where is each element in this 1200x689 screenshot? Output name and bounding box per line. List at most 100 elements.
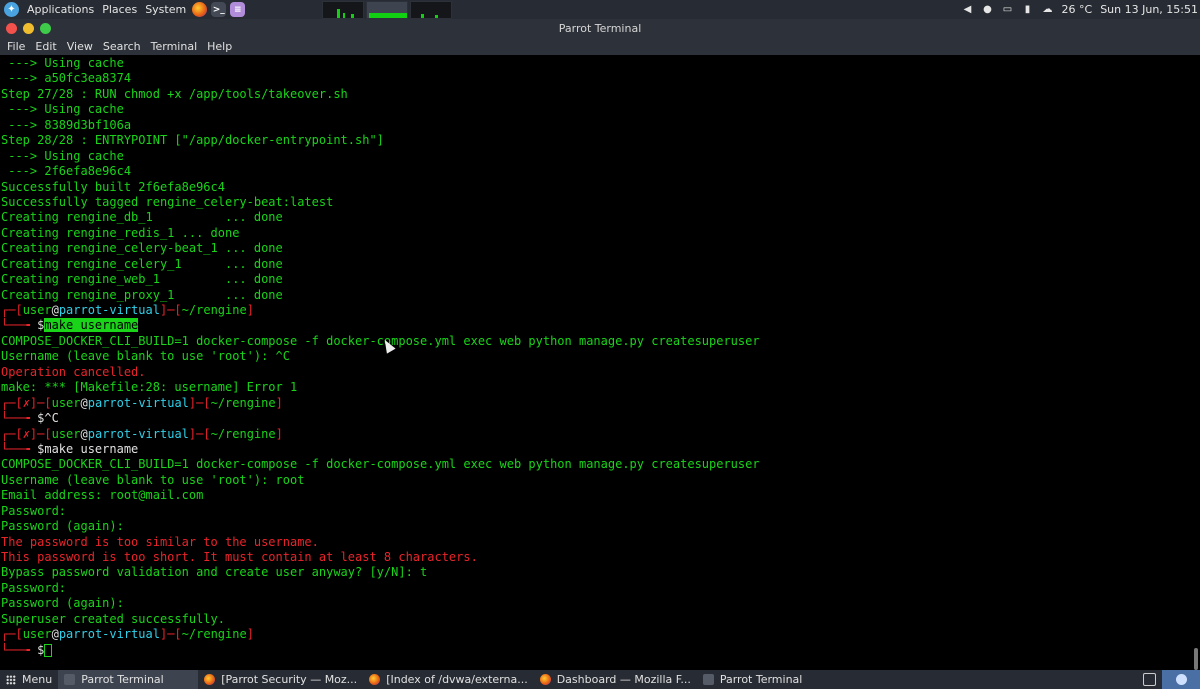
task-firefox-dvwa-index[interactable]: [Index of /dvwa/externa... [363,670,534,689]
terminal-text-segment: Creating rengine_celery-beat_1 ... done [1,241,283,256]
menu-help[interactable]: Help [202,40,237,53]
task-firefox-dashboard[interactable]: Dashboard — Mozilla F... [534,670,697,689]
menu-view[interactable]: View [62,40,98,53]
terminal-text-segment: Creating rengine_web_1 ... done [1,272,283,287]
terminal-text-segment: Username (leave blank to use 'root'): ^C [1,349,290,364]
workspace-1[interactable] [322,1,365,19]
workspace-3[interactable] [410,1,453,19]
terminal-line: Successfully tagged rengine_celery-beat:… [1,195,760,210]
weather-temperature[interactable]: 26 °C [1062,3,1093,16]
terminal-line: This password is too short. It must cont… [1,550,760,565]
firefox-icon [539,674,551,685]
terminal-text-segment: @ [80,426,88,441]
terminal-text-segment: ]─[ [188,395,211,410]
volume-icon[interactable]: ◀ [963,4,973,15]
terminal-line: Password (again): [1,519,760,534]
terminal-text-segment: $^C [37,411,59,426]
terminal-line: ┌─[✗]─[user@parrot-virtual]─[~/rengine] [1,427,760,442]
firefox-launcher-icon[interactable] [192,2,208,17]
terminal-text-segment: └──╼ [1,642,38,657]
terminal-text-segment: Successfully tagged rengine_celery-beat:… [1,194,334,209]
close-window-button[interactable] [6,23,17,34]
terminal-line: Email address: root@mail.com [1,488,760,503]
terminal-line: └──╼ $^C [1,411,760,426]
taskbar-menu-label: Menu [22,673,53,686]
terminal-line: Step 27/28 : RUN chmod +x /app/tools/tak… [1,87,760,102]
scrollbar-thumb[interactable] [1194,648,1198,670]
terminal-text-segment: ┌─[ [1,395,23,410]
battery-icon[interactable]: ▮ [1023,4,1033,15]
menu-edit[interactable]: Edit [30,40,61,53]
terminal-text-segment: ] [275,426,283,441]
terminal-launcher-icon[interactable]: >_ [211,2,227,17]
terminal-line: ┌─[user@parrot-virtual]─[~/rengine] [1,303,760,318]
terminal-line: ---> 8389d3bf106a [1,118,760,133]
location-icon[interactable]: ● [983,4,993,15]
menu-file[interactable]: File [2,40,30,53]
terminal-line: ┌─[user@parrot-virtual]─[~/rengine] [1,627,760,642]
terminal-text-segment: Username (leave blank to use 'root'): ro… [1,472,305,487]
keyboard-layout-icon[interactable] [1143,673,1156,686]
terminal-text-segment: ---> 2f6efa8e96c4 [1,164,132,179]
terminal-text-segment: $make username [37,441,139,456]
clock[interactable]: Sun 13 Jun, 15:51 [1100,3,1198,16]
terminal-line: Successfully built 2f6efa8e96c4 [1,180,760,195]
parrot-logo-icon[interactable]: ✦ [4,2,19,17]
terminal-text-segment: user [51,426,81,441]
task-firefox-parrot-security[interactable]: [Parrot Security — Moz... [198,670,363,689]
terminal-text-segment: @ [80,395,88,410]
terminal-line: ---> Using cache [1,149,760,164]
terminal-text-segment: ✗ [22,395,30,410]
terminal-line: COMPOSE_DOCKER_CLI_BUILD=1 docker-compos… [1,457,760,472]
terminal-line: The password is too similar to the usern… [1,535,760,550]
applications-menu[interactable]: Applications [23,0,98,19]
workspace-2[interactable] [366,1,409,19]
terminal-text-segment: ]─[ [188,426,211,441]
terminal-line: Superuser created successfully. [1,612,760,627]
terminal-text-segment: ┌─[ [1,627,23,642]
terminal-line: Operation cancelled. [1,365,760,380]
text-editor-launcher-icon[interactable]: ≡ [230,2,246,17]
menu-search[interactable]: Search [98,40,146,53]
terminal-text-segment: ---> a50fc3ea8374 [1,71,132,86]
task-parrot-terminal-2[interactable]: Parrot Terminal [697,670,809,689]
terminal-text-segment: Password (again): [1,596,124,611]
terminal-text-segment: Password (again): [1,519,124,534]
terminal-text-segment: parrot-virtual [58,627,160,642]
terminal-line: Username (leave blank to use 'root'): ro… [1,473,760,488]
window-titlebar[interactable]: Parrot Terminal [0,19,1200,38]
terminal-line: Creating rengine_celery-beat_1 ... done [1,241,760,256]
system-menu[interactable]: System [141,0,190,19]
workspace-switcher[interactable] [322,0,454,19]
terminal-text-segment: ~/rengine [181,303,247,317]
places-menu[interactable]: Places [98,0,141,19]
terminal-text-segment: Bypass password validation and create us… [1,565,428,580]
weather-icon: ☁ [1042,4,1053,15]
task-label: Dashboard — Mozilla F... [556,673,691,686]
terminal-scrollbar[interactable] [1194,56,1198,670]
apps-grid-icon [6,674,16,685]
terminal-line: Password: [1,581,760,596]
terminal-icon [702,674,714,685]
terminal-text-segment: The password is too similar to the usern… [1,534,319,549]
terminal-text-segment: Creating rengine_db_1 ... done [1,210,283,225]
display-icon[interactable]: ▭ [1003,4,1013,15]
terminal-text-segment: Step 28/28 : ENTRYPOINT ["/app/docker-en… [1,133,384,148]
maximize-window-button[interactable] [40,23,51,34]
terminal-text-segment: Operation cancelled. [1,364,146,379]
task-label: [Index of /dvwa/externa... [386,673,528,686]
show-desktop-button[interactable] [1162,670,1200,689]
taskbar-menu-button[interactable]: Menu [0,670,58,689]
terminal-text-segment: This password is too short. It must cont… [1,550,478,564]
terminal-text-segment: user [22,303,52,317]
menu-terminal[interactable]: Terminal [146,40,203,53]
terminal-text-segment: ] [246,627,254,642]
terminal-output[interactable]: ---> Using cache ---> a50fc3ea8374 Step 2… [0,56,1200,670]
terminal-text-segment: ✗ [22,426,30,441]
terminal-line: Creating rengine_redis_1 ... done [1,226,760,241]
task-parrot-terminal[interactable]: Parrot Terminal [58,670,199,689]
minimize-window-button[interactable] [23,23,34,34]
terminal-text-segment: parrot-virtual [87,395,189,410]
terminal-line: Username (leave blank to use 'root'): ^C [1,349,760,364]
terminal-text-segment: Email address: root@mail.com [1,488,204,503]
